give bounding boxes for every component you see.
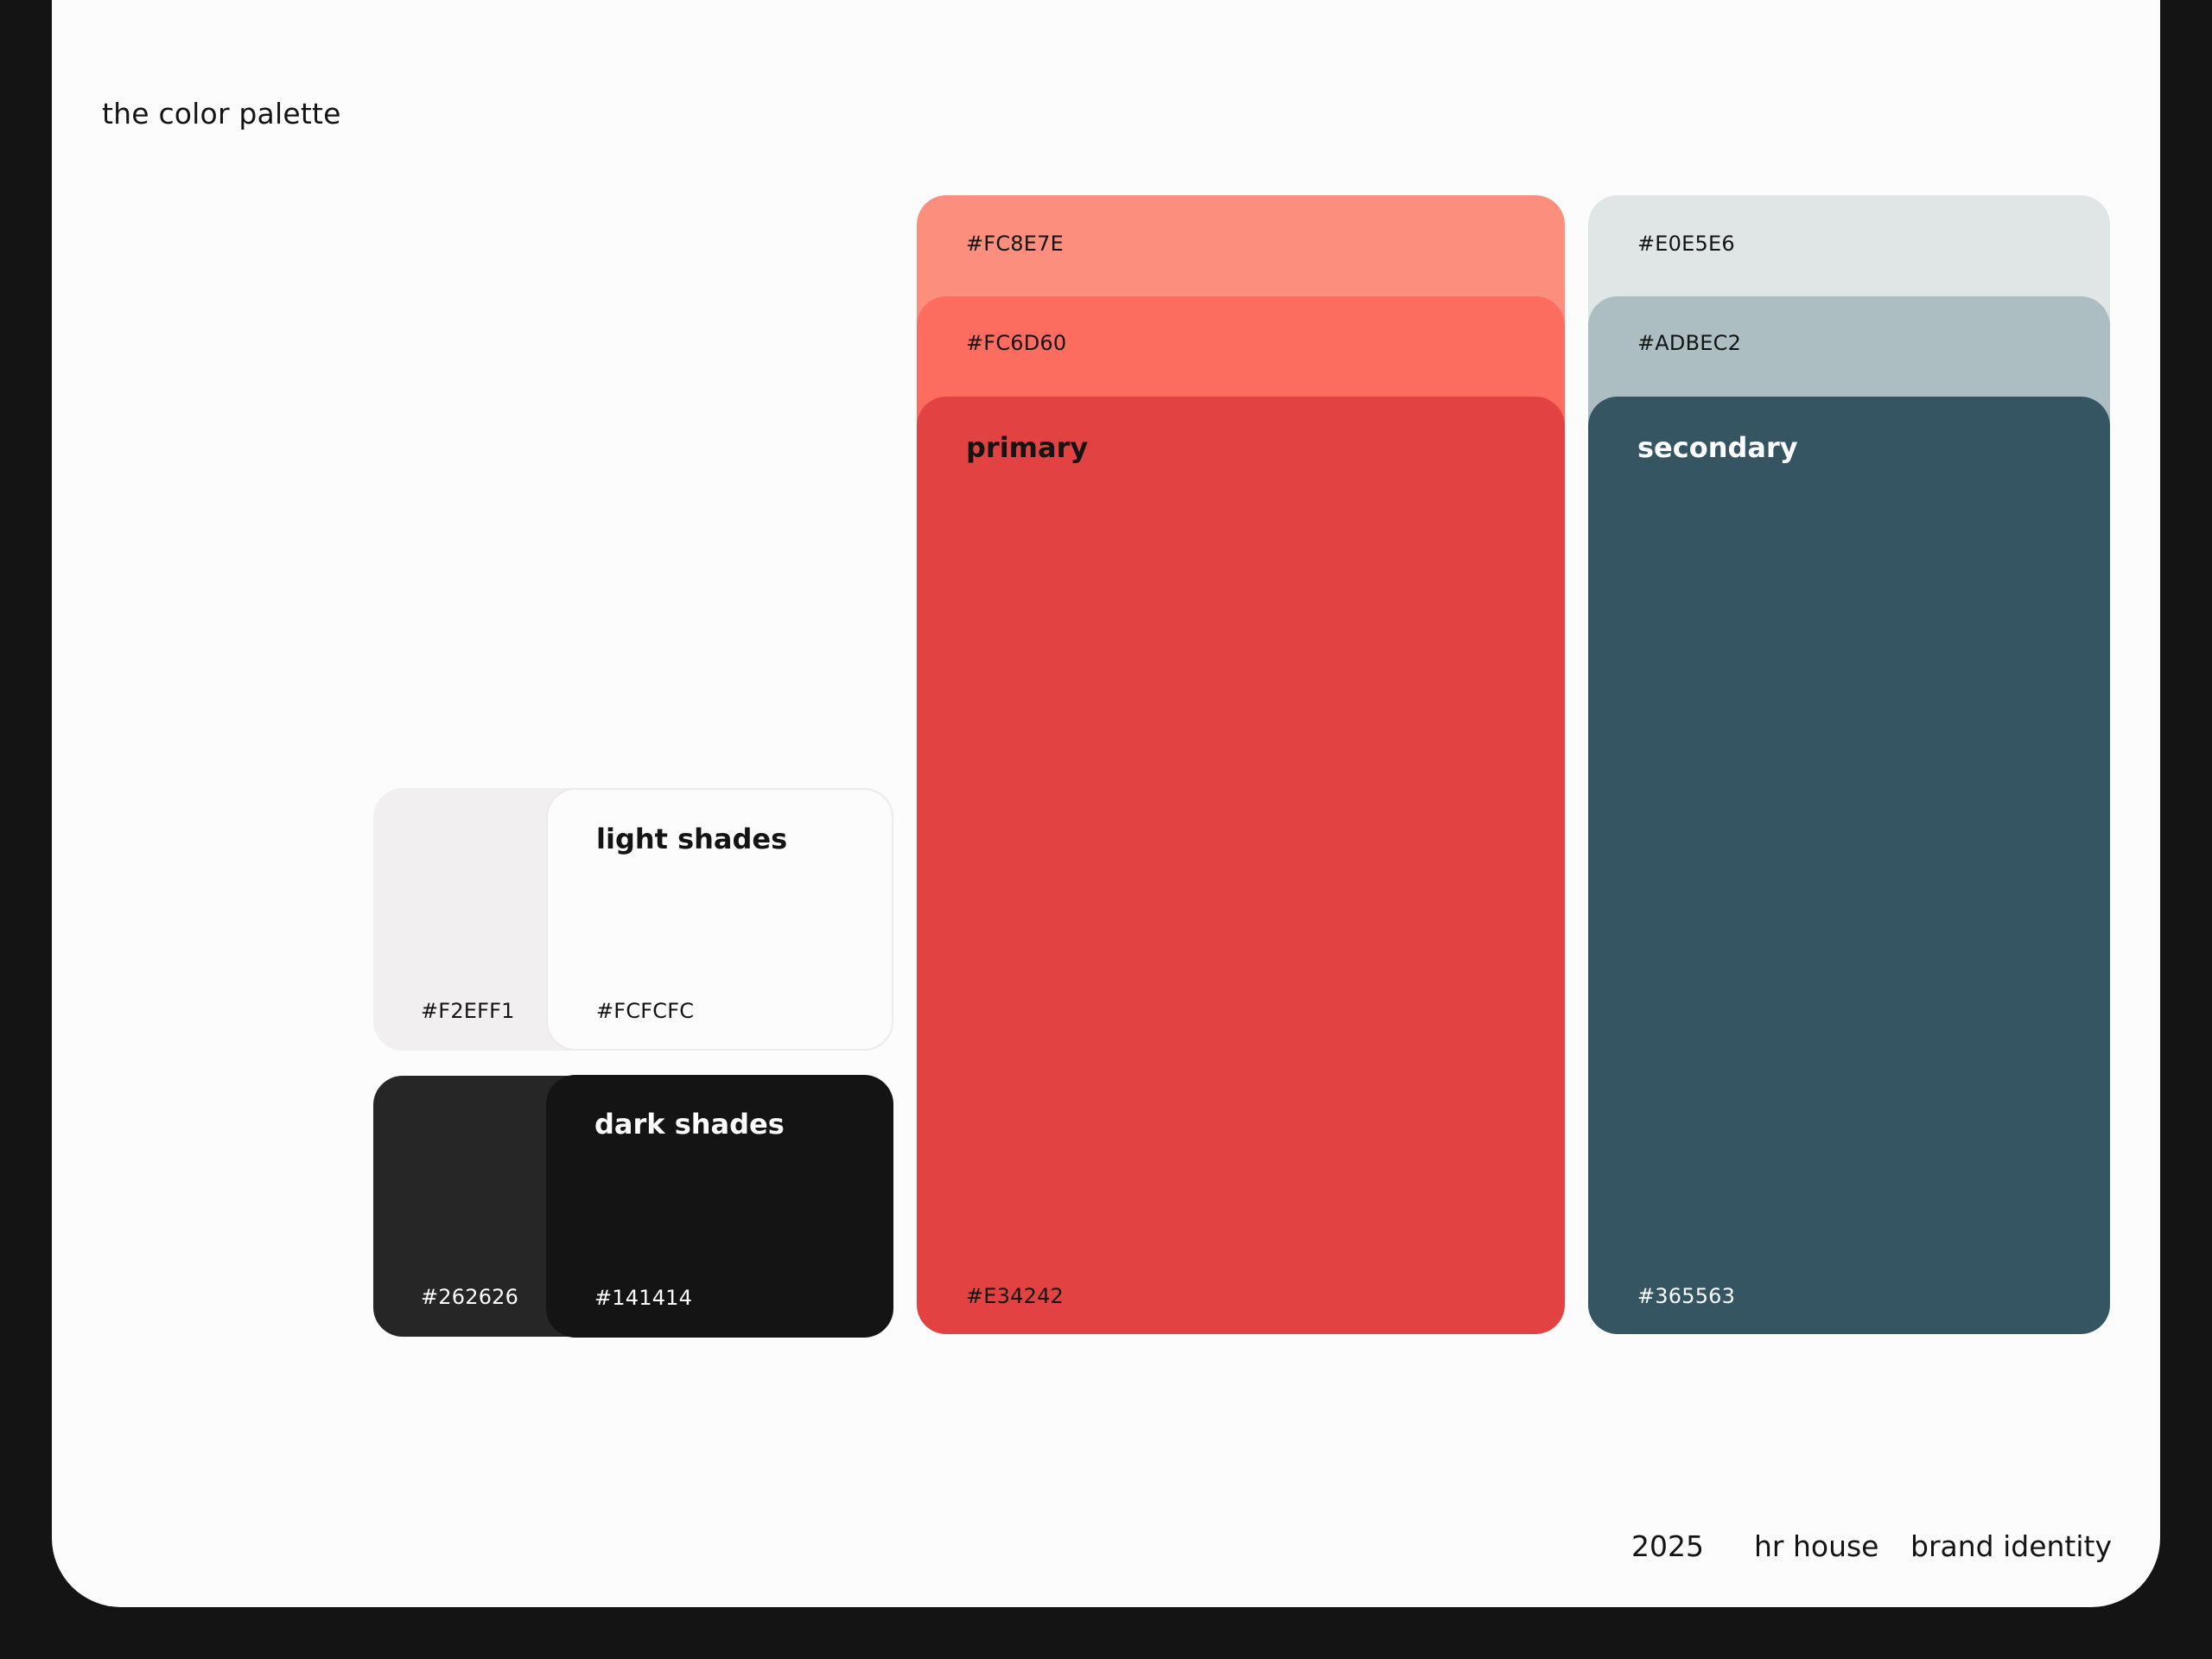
dark-shades-label: dark shades — [594, 1108, 785, 1141]
light-shade-hex-2: #FCFCFC — [596, 999, 695, 1023]
primary-main-hex: #E34242 — [966, 1284, 1065, 1308]
footer-project: brand identity — [1910, 1529, 2112, 1563]
dark-shade-hex-1: #262626 — [421, 1285, 519, 1309]
palette-page: the color palette #F2EFF1 light shades #… — [52, 0, 2160, 1607]
secondary-label: secondary — [1637, 431, 1798, 464]
light-shade-hex-1: #F2EFF1 — [421, 999, 515, 1023]
dark-shade-swatch-2: dark shades #141414 — [546, 1075, 893, 1338]
light-shades-label: light shades — [596, 823, 788, 855]
secondary-tint-hex-1: #E0E5E6 — [1637, 232, 1735, 256]
primary-label: primary — [966, 431, 1089, 464]
footer-client: hr house — [1754, 1529, 1879, 1563]
primary-tint-hex-2: #FC6D60 — [966, 331, 1067, 355]
page-title: the color palette — [102, 97, 341, 130]
secondary-main-hex: #365563 — [1637, 1284, 1736, 1308]
dark-shade-hex-2: #141414 — [594, 1286, 693, 1310]
footer-year: 2025 — [1631, 1529, 1704, 1563]
light-shade-swatch-2: light shades #FCFCFC — [546, 788, 893, 1051]
secondary-tint-hex-2: #ADBEC2 — [1637, 331, 1742, 355]
secondary-main-swatch: secondary #365563 — [1588, 397, 2110, 1334]
primary-main-swatch: primary #E34242 — [917, 397, 1565, 1334]
primary-tint-hex-1: #FC8E7E — [966, 232, 1064, 256]
